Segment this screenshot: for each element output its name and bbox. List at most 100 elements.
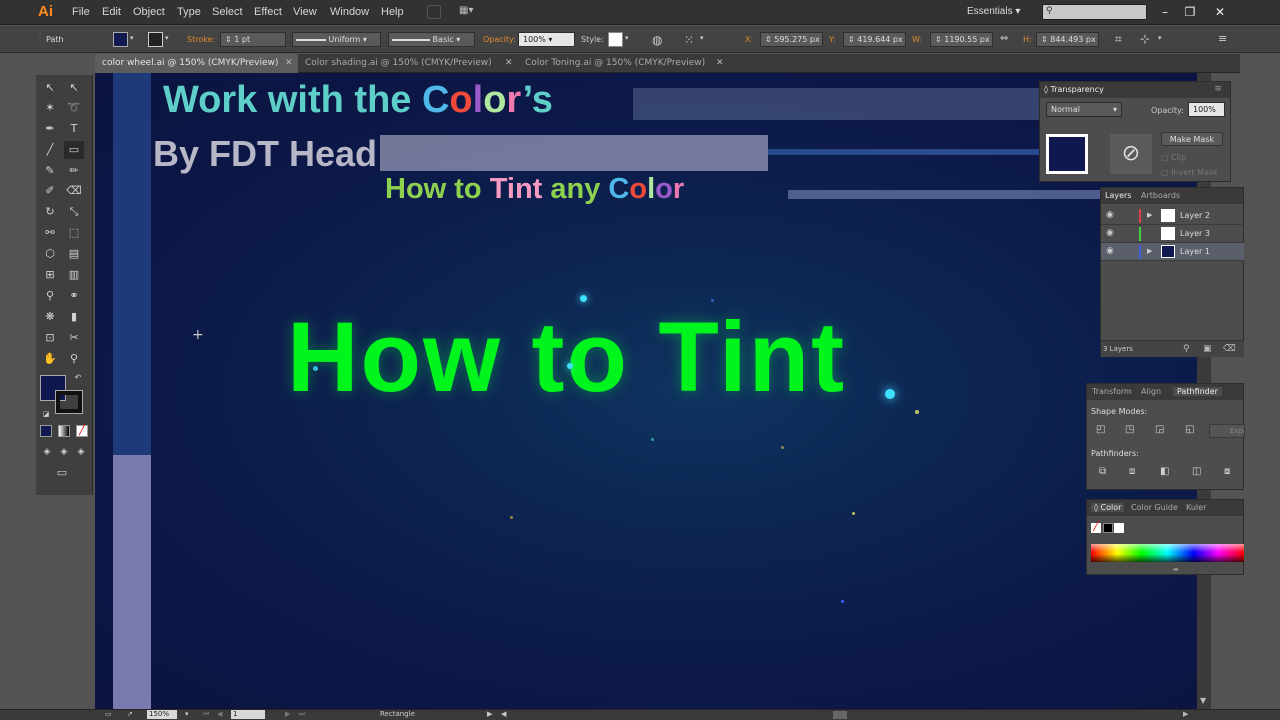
trim-icon[interactable]: ⧈ [1129, 466, 1135, 477]
unite-icon[interactable]: ◰ [1096, 424, 1105, 435]
minus-front-icon[interactable]: ◳ [1125, 424, 1134, 435]
paintbrush-tool-icon[interactable]: ✎ [40, 162, 60, 180]
symbol-sprayer-tool-icon[interactable]: ❋ [40, 308, 60, 326]
color-mode-icon[interactable] [40, 425, 52, 437]
close-icon[interactable]: ✕ [285, 58, 293, 68]
screen-mode-icon[interactable]: ▭ [52, 464, 72, 482]
menu-view[interactable]: View [293, 6, 317, 18]
chevron-down-icon[interactable]: ▾ [185, 710, 189, 718]
maximize-button[interactable]: ❐ [1180, 3, 1200, 21]
bridge-button[interactable] [427, 5, 441, 19]
visibility-eye-icon[interactable]: ◉ [1106, 246, 1114, 256]
opacity-label[interactable]: Opacity: [483, 35, 516, 44]
divide-icon[interactable]: ⧉ [1099, 466, 1106, 477]
color-spectrum[interactable] [1091, 544, 1244, 562]
panel-menu-icon[interactable]: ≡ [1212, 84, 1224, 96]
tab-color-shading[interactable]: Color shading.ai @ 150% (CMYK/Preview) [298, 54, 518, 73]
rectangle-tool-icon[interactable]: ▭ [64, 141, 84, 159]
artboard-tool-icon[interactable]: ⊡ [40, 329, 60, 347]
kuler-tab[interactable]: Kuler [1186, 503, 1206, 512]
pen-tool-icon[interactable]: ✒ [40, 120, 60, 138]
workspace-switcher[interactable]: Essentials ▾ [967, 6, 1020, 17]
menu-help[interactable]: Help [381, 6, 404, 18]
transform-icon[interactable]: ⌗ [1115, 32, 1122, 47]
zoom-tool-icon[interactable]: ⚲ [64, 350, 84, 368]
column-graph-tool-icon[interactable]: ▮ [64, 308, 84, 326]
reference-point-icon[interactable]: ⁙ [684, 33, 694, 47]
clip-checkbox[interactable]: ▢ Clip [1161, 153, 1186, 162]
exclude-icon[interactable]: ◱ [1185, 424, 1194, 435]
artboard-canvas[interactable]: Work with the Color’s By FDT Head How to… [95, 73, 1197, 709]
white-swatch[interactable] [1114, 523, 1124, 533]
blob-brush-tool-icon[interactable]: ✐ [40, 182, 60, 200]
panel-opacity-field[interactable]: 100% [1188, 102, 1225, 117]
color-guide-tab[interactable]: Color Guide [1131, 503, 1178, 512]
opacity-field[interactable]: 100% ▾ [518, 32, 575, 47]
constrain-link-icon[interactable]: ⇔ [1000, 33, 1008, 44]
locate-object-icon[interactable]: ⚲ [1183, 344, 1190, 354]
line-tool-icon[interactable]: ╱ [40, 141, 60, 159]
blend-mode-select[interactable]: Normal ▾ [1046, 102, 1122, 117]
shape-builder-tool-icon[interactable]: ⬡ [40, 245, 60, 263]
draw-inside-icon[interactable]: ◈ [71, 443, 91, 461]
lasso-tool-icon[interactable]: ➰ [64, 99, 84, 117]
pencil-tool-icon[interactable]: ✏ [64, 162, 84, 180]
magic-wand-tool-icon[interactable]: ✶ [40, 99, 60, 117]
tab-color-toning[interactable]: Color Toning.ai @ 150% (CMYK/Preview) [518, 54, 728, 73]
hand-tool-icon[interactable]: ✋ [40, 350, 60, 368]
arrange-documents-icon[interactable]: ▦▾ [459, 5, 483, 19]
chevron-down-icon[interactable]: ▾ [700, 34, 704, 42]
visibility-eye-icon[interactable]: ◉ [1106, 228, 1114, 238]
search-field[interactable] [1042, 4, 1147, 20]
transparency-tab[interactable]: ◊ Transparency [1044, 85, 1104, 94]
first-artboard-icon[interactable]: ⏮ [203, 710, 209, 719]
resize-grip-icon[interactable]: ▬ [1173, 566, 1179, 573]
blend-tool-icon[interactable]: ⚭ [64, 287, 84, 305]
menu-window[interactable]: Window [330, 6, 369, 18]
menu-file[interactable]: File [72, 6, 90, 18]
zoom-field[interactable]: 150% [147, 710, 177, 719]
none-swatch[interactable]: ╱ [1091, 523, 1101, 533]
close-icon[interactable]: ✕ [716, 58, 724, 68]
delete-layer-icon[interactable]: ⌫ [1223, 344, 1236, 354]
eyedropper-tool-icon[interactable]: ⚲ [40, 287, 60, 305]
visibility-eye-icon[interactable]: ◉ [1106, 210, 1114, 220]
gradient-mode-icon[interactable] [58, 425, 70, 437]
expand-button[interactable]: Expand [1209, 424, 1245, 438]
w-field[interactable]: ⇕ 1190.55 px [930, 32, 993, 47]
stroke-label[interactable]: Stroke: [187, 35, 215, 44]
h-label[interactable]: H: [1023, 35, 1032, 44]
eraser-tool-icon[interactable]: ⌫ [64, 182, 84, 200]
free-transform-tool-icon[interactable]: ⬚ [64, 224, 84, 242]
layer-row-3[interactable]: ◉ Layer 3 [1101, 225, 1244, 243]
w-label[interactable]: W: [912, 35, 922, 44]
stroke-profile-select[interactable]: Uniform ▾ [292, 32, 381, 47]
chevron-down-icon[interactable]: ▾ [1158, 34, 1162, 42]
pathfinder-tab[interactable]: Pathfinder [1173, 387, 1222, 396]
width-tool-icon[interactable]: ⚯ [40, 224, 60, 242]
stroke-swatch[interactable] [148, 32, 163, 47]
scroll-left-icon[interactable]: ◀ [501, 710, 506, 718]
chevron-down-icon[interactable]: ▾ [625, 34, 629, 42]
swap-colors-icon[interactable]: ↶ [68, 369, 88, 387]
mesh-tool-icon[interactable]: ⊞ [40, 266, 60, 284]
transform-tab[interactable]: Transform [1092, 387, 1132, 396]
close-icon[interactable]: ✕ [505, 58, 513, 68]
align-tab[interactable]: Align [1141, 387, 1161, 396]
direct-selection-tool-icon[interactable]: ↖ [64, 79, 84, 97]
panel-menu-icon[interactable]: ≡ [1218, 32, 1227, 45]
crop-icon[interactable]: ◫ [1192, 466, 1201, 477]
expand-arrow-icon[interactable]: ▶ [1147, 247, 1152, 255]
h-field[interactable]: ⇕ 844.493 px [1036, 32, 1099, 47]
make-mask-button[interactable]: Make Mask [1161, 132, 1223, 146]
menu-select[interactable]: Select [212, 6, 243, 18]
brush-select[interactable]: Basic ▾ [388, 32, 475, 47]
none-mode-icon[interactable]: ╱ [76, 425, 88, 437]
y-field[interactable]: ⇕ 419.644 px [843, 32, 906, 47]
rotate-tool-icon[interactable]: ↻ [40, 203, 60, 221]
intersect-icon[interactable]: ◲ [1155, 424, 1164, 435]
minimize-button[interactable]: – [1155, 3, 1175, 21]
type-tool-icon[interactable]: T [64, 120, 84, 138]
isolate-icon[interactable]: ⊹ [1140, 32, 1150, 46]
stroke-color-box[interactable] [55, 390, 83, 414]
